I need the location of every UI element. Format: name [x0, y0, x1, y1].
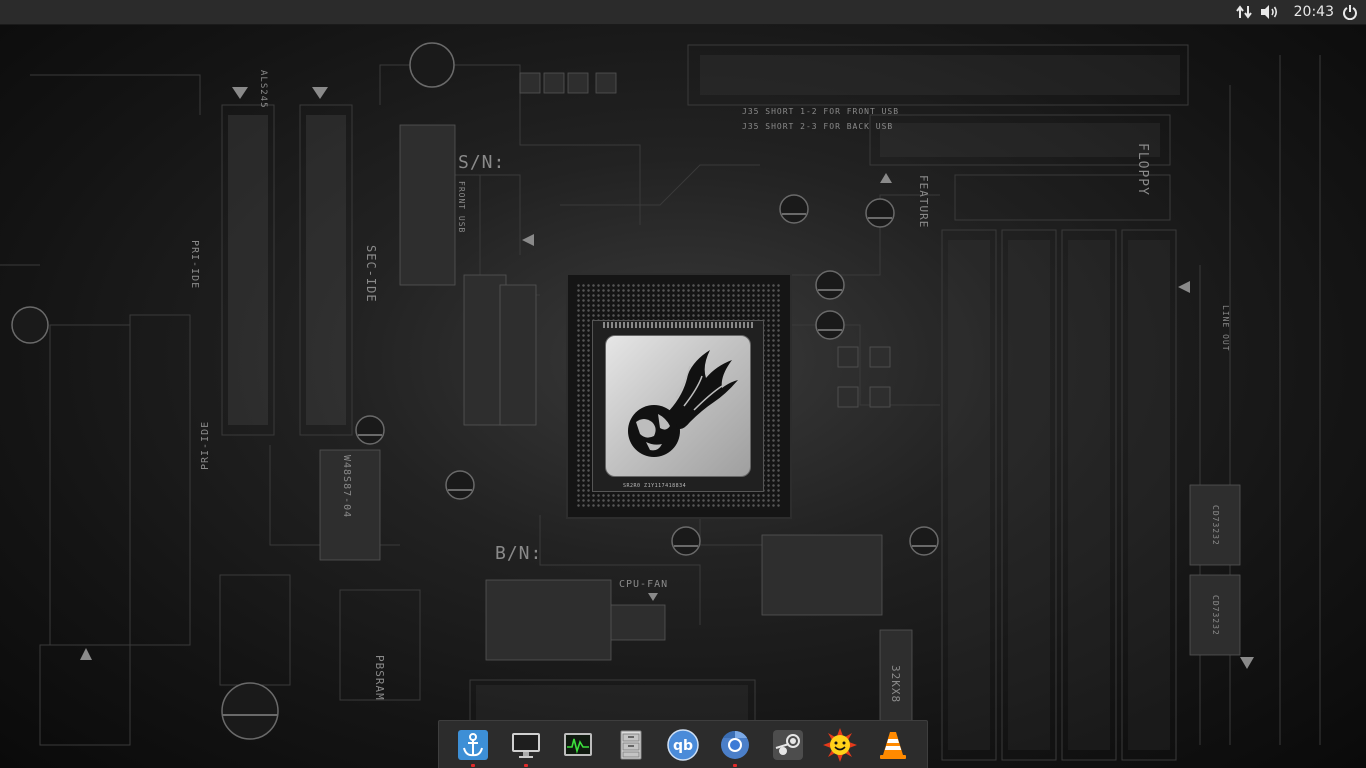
dock-redshift[interactable]	[821, 725, 859, 765]
dock-chromium[interactable]	[716, 725, 754, 767]
label-ic-1: ALS245	[258, 70, 268, 109]
activity-monitor-icon	[564, 732, 593, 756]
label-mem-chip: 32KX8	[889, 665, 902, 704]
vlc-cone-icon	[879, 731, 906, 759]
chromium-icon	[721, 730, 750, 759]
label-pri-ide: PRI-IDE	[189, 240, 200, 290]
running-indicator	[733, 763, 738, 767]
desktop-wallpaper[interactable]: S/N: B/N: CPU-FAN J35 SHORT 1-2 FOR FRON…	[0, 25, 1366, 768]
dock-vlc[interactable]	[874, 725, 912, 765]
running-indicator	[523, 763, 528, 767]
dock-computer[interactable]	[507, 725, 545, 767]
label-pbsram: PBSRAM	[373, 655, 386, 701]
monitor-icon	[511, 732, 540, 758]
svg-text:qb: qb	[673, 738, 693, 754]
file-cabinet-icon	[620, 730, 642, 759]
steam-icon	[772, 729, 803, 760]
label-chip-code: W48S87-04	[341, 455, 352, 519]
dock-launcher[interactable]	[454, 725, 492, 767]
anchor-icon	[458, 729, 489, 760]
label-ic-2: CD73232	[1211, 505, 1220, 546]
dock-file-cabinet[interactable]	[612, 725, 650, 765]
cpu-heatspreader	[605, 335, 751, 477]
label-cpu-fan: CPU-FAN	[619, 579, 669, 590]
label-sec-ide: SEC-IDE	[364, 245, 378, 303]
label-floppy: FLOPPY	[1135, 143, 1150, 196]
running-indicator	[471, 763, 476, 767]
label-pri-ide-lower: PRI-IDE	[200, 420, 211, 470]
label-feature: FEATURE	[917, 175, 930, 229]
label-bn: B/N:	[495, 543, 543, 564]
dock-steam[interactable]	[769, 725, 807, 765]
qbittorrent-icon: qb	[667, 728, 699, 761]
flaming-globe-logo	[628, 350, 738, 457]
dock: qb	[438, 720, 928, 768]
network-transfer-icon[interactable]	[1234, 0, 1254, 24]
sun-smiley-icon	[823, 727, 858, 762]
dock-system-monitor[interactable]	[559, 725, 597, 765]
dock-qbittorrent[interactable]: qb	[664, 725, 702, 765]
top-panel: 20:43	[0, 0, 1366, 25]
label-j35-line1: J35 SHORT 1-2 FOR FRONT USB	[742, 107, 900, 116]
cpu-chip: SR2R0 Z1Y117418834	[592, 320, 764, 492]
volume-icon[interactable]	[1258, 0, 1282, 24]
label-front-usb: FRONT USB	[457, 181, 466, 234]
cpu-contacts	[603, 322, 753, 328]
clock[interactable]: 20:43	[1288, 0, 1340, 24]
label-ic-3: CD73232	[1211, 595, 1220, 636]
cpu-code: SR2R0 Z1Y117418834	[623, 483, 687, 489]
label-line-out: LINE OUT	[1221, 305, 1230, 352]
label-j35-line2: J35 SHORT 2-3 FOR BACK USB	[742, 122, 894, 131]
power-icon[interactable]	[1340, 0, 1360, 24]
label-sn: S/N:	[458, 152, 506, 173]
